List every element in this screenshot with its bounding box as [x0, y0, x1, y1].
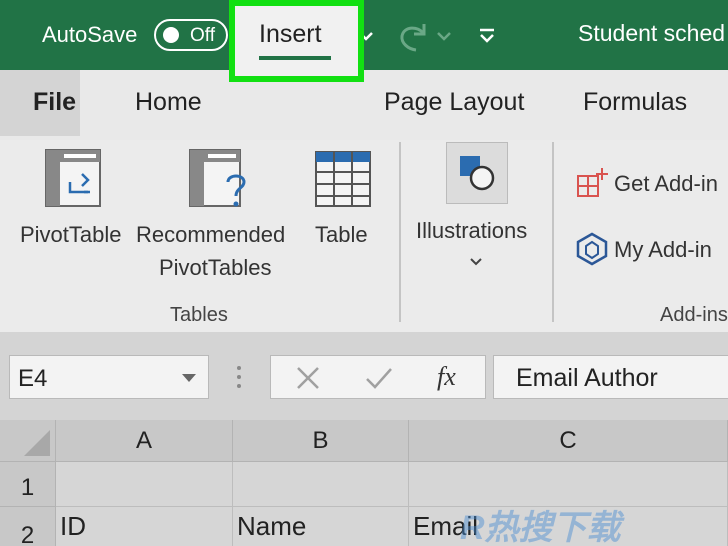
name-box-dropdown-icon[interactable]	[182, 374, 196, 382]
select-all-triangle-icon	[24, 430, 50, 456]
cell-a1[interactable]	[56, 462, 233, 507]
tab-file-label: File	[33, 88, 77, 116]
ribbon-tabs: File Home Page Layout Formulas	[0, 70, 728, 140]
tab-home[interactable]: Home	[135, 88, 202, 117]
insert-function-button[interactable]: fx	[437, 362, 456, 392]
row-header-2[interactable]: 2	[0, 507, 56, 546]
name-box[interactable]: E4	[9, 355, 209, 399]
title-bar: AutoSave Off Student sched	[0, 0, 728, 70]
recommended-pivottables-label-line2[interactable]: PivotTables	[159, 255, 272, 281]
formula-input[interactable]: Email Author	[493, 355, 728, 399]
table-icon[interactable]	[314, 150, 372, 208]
autosave-state: Off	[190, 25, 215, 46]
recommended-pivottables-label-line1[interactable]: Recommended	[136, 222, 285, 248]
group-divider-2	[552, 142, 554, 322]
pivottable-label[interactable]: PivotTable	[20, 222, 122, 248]
column-header-c[interactable]: C	[409, 420, 728, 462]
enter-check-icon	[366, 368, 392, 389]
pivottable-icon[interactable]	[44, 148, 102, 208]
autosave-toggle[interactable]: Off	[154, 19, 228, 51]
cell-b2[interactable]: Name	[233, 507, 409, 546]
illustrations-dropdown-icon[interactable]	[468, 256, 484, 268]
addins-group-label: Add-ins	[660, 304, 728, 326]
group-divider	[399, 142, 401, 322]
table-label[interactable]: Table	[315, 222, 368, 248]
watermark: R热搜下载	[460, 509, 621, 546]
my-addins-icon[interactable]	[576, 232, 608, 266]
cell-a2-value: ID	[60, 511, 86, 541]
my-addins-label[interactable]: My Add-in	[614, 237, 712, 263]
column-header-b[interactable]: B	[233, 420, 409, 462]
customize-toolbar-icon[interactable]	[478, 18, 496, 54]
get-addins-label[interactable]: Get Add-in	[614, 171, 718, 197]
column-header-a[interactable]: A	[56, 420, 233, 462]
recommended-pivottables-icon[interactable]	[188, 148, 252, 212]
ribbon-body: PivotTable Recommended PivotTables Table…	[0, 140, 728, 332]
select-all-corner[interactable]	[0, 420, 56, 462]
autosave-label: AutoSave	[42, 22, 138, 47]
illustrations-label[interactable]: Illustrations	[416, 218, 527, 244]
formula-controls: fx	[270, 355, 486, 399]
get-addins-icon[interactable]	[576, 166, 608, 198]
tab-formulas[interactable]: Formulas	[583, 88, 687, 117]
vertical-dots-icon[interactable]	[232, 364, 246, 390]
name-box-value: E4	[18, 365, 48, 392]
cancel-icon	[297, 367, 319, 389]
tab-page-layout[interactable]: Page Layout	[384, 88, 524, 117]
cell-a2[interactable]: ID	[56, 507, 233, 546]
cell-b1[interactable]	[233, 462, 409, 507]
tab-insert-label: Insert	[259, 20, 322, 48]
cell-b2-value: Name	[237, 511, 307, 541]
active-tab-underline	[259, 56, 331, 60]
illustrations-icon[interactable]	[456, 152, 498, 194]
document-title: Student sched	[578, 20, 726, 46]
tables-group-label: Tables	[170, 304, 228, 326]
redo-icon	[400, 24, 426, 52]
toggle-knob	[163, 27, 179, 43]
redo-dropdown-icon	[437, 32, 451, 41]
tab-insert[interactable]: Insert	[229, 0, 364, 82]
formula-value: Email Author	[516, 364, 658, 392]
row-header-1[interactable]: 1	[0, 462, 56, 507]
tab-file[interactable]: File	[0, 70, 80, 136]
